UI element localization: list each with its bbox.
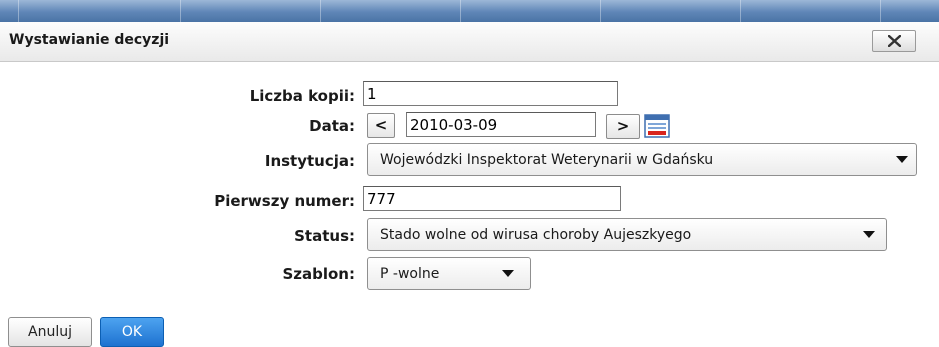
strip-divider xyxy=(880,0,881,22)
copies-label: Liczba kopii: xyxy=(249,87,355,105)
status-select[interactable]: Stado wolne od wirusa choroby Aujeszkyeg… xyxy=(367,218,887,251)
status-label: Status: xyxy=(294,227,355,245)
chevron-down-icon xyxy=(863,231,875,238)
template-label: Szablon: xyxy=(282,265,355,283)
dialog-titlebar: Wystawianie decyzji xyxy=(0,22,939,62)
institution-selected: Wojewódzki Inspektorat Weterynarii w Gda… xyxy=(380,152,714,168)
chevron-down-icon xyxy=(502,270,514,277)
date-prev-button[interactable]: < xyxy=(367,113,395,138)
calendar-button[interactable] xyxy=(644,114,670,138)
ok-button[interactable]: OK xyxy=(100,317,164,347)
institution-select[interactable]: Wojewódzki Inspektorat Weterynarii w Gda… xyxy=(367,143,917,176)
date-label: Data: xyxy=(309,117,355,135)
date-next-button[interactable]: > xyxy=(606,114,640,139)
strip-divider xyxy=(180,0,181,22)
institution-label: Instytucja: xyxy=(264,152,355,170)
close-x-icon xyxy=(888,35,901,47)
first-number-input[interactable] xyxy=(363,186,621,211)
template-select[interactable]: P -wolne xyxy=(367,257,531,290)
cancel-button[interactable]: Anuluj xyxy=(8,317,92,347)
strip-divider xyxy=(320,0,321,22)
strip-divider xyxy=(18,0,19,22)
strip-divider xyxy=(460,0,461,22)
close-button[interactable] xyxy=(872,30,916,52)
strip-divider xyxy=(740,0,741,22)
first-number-label: Pierwszy numer: xyxy=(214,192,355,210)
status-selected: Stado wolne od wirusa choroby Aujeszkyeg… xyxy=(380,227,692,243)
date-input[interactable] xyxy=(406,112,596,137)
date-next-label: > xyxy=(616,117,630,135)
decision-dialog: Wystawianie decyzji Liczba kopii: Data: … xyxy=(0,22,939,347)
dialog-title: Wystawianie decyzji xyxy=(9,32,170,48)
template-selected: P -wolne xyxy=(380,266,440,282)
chevron-down-icon xyxy=(896,156,908,163)
copies-input[interactable] xyxy=(363,81,618,106)
calendar-icon xyxy=(644,114,670,138)
date-prev-label: < xyxy=(374,116,388,134)
strip-divider xyxy=(600,0,601,22)
background-window-strip xyxy=(0,0,939,22)
